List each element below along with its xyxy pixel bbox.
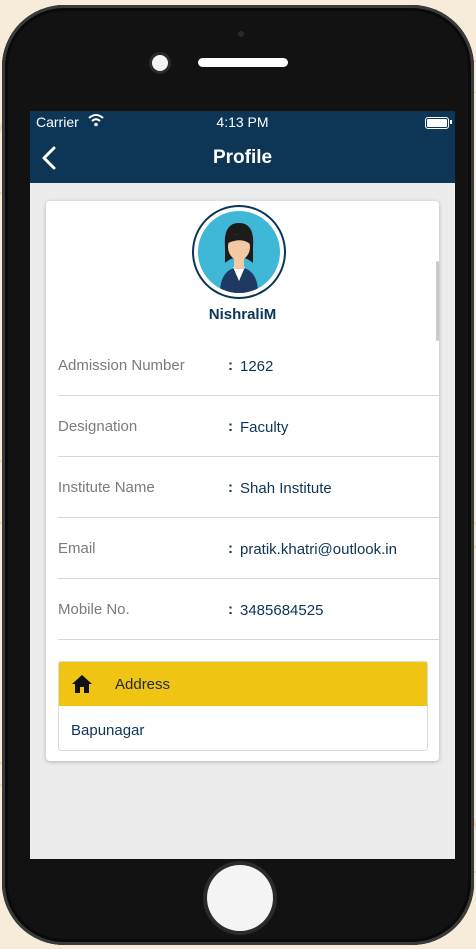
profile-username: NishraliM (208, 306, 277, 323)
battery-icon (425, 117, 449, 129)
row-label: Designation (58, 418, 138, 435)
row-separator: : (228, 540, 233, 557)
row-label: Admission Number (58, 357, 185, 374)
avatar (194, 207, 284, 297)
sensor-dot (238, 31, 244, 37)
front-camera (152, 55, 168, 71)
address-section: Address Bapunagar (58, 661, 428, 751)
row-separator: : (228, 357, 233, 374)
row-value: Shah Institute (240, 480, 332, 497)
app-screen: Carrier 4:13 PM Profile NishraliM Admiss… (30, 111, 455, 859)
info-row-designation: Designation : Faculty (58, 396, 439, 457)
row-label: Email (58, 540, 96, 557)
row-value: Faculty (240, 419, 289, 436)
row-separator: : (228, 418, 233, 435)
earpiece-speaker (198, 58, 288, 67)
status-time: 4:13 PM (216, 114, 269, 130)
battery-tip (450, 120, 452, 124)
info-row-email: Email : pratik.khatri@outlook.in (58, 518, 439, 579)
row-separator: : (228, 479, 233, 496)
profile-card: NishraliM Admission Number : 1262 Design… (46, 201, 439, 761)
phone-frame: Carrier 4:13 PM Profile NishraliM Admiss… (2, 5, 474, 945)
row-value: pratik.khatri@outlook.in (240, 541, 397, 558)
address-title: Address (115, 676, 171, 693)
home-icon (72, 675, 92, 693)
scrollbar[interactable] (436, 261, 439, 341)
address-value: Bapunagar (71, 722, 145, 739)
info-row-mobile: Mobile No. : 3485684525 (58, 579, 439, 640)
row-label: Institute Name (58, 479, 155, 496)
status-bar: Carrier 4:13 PM (30, 111, 455, 133)
address-header: Address (59, 662, 427, 706)
row-value: 3485684525 (240, 602, 324, 619)
row-separator: : (228, 601, 233, 618)
row-label: Mobile No. (58, 601, 130, 618)
home-button[interactable] (207, 865, 273, 931)
user-avatar-icon (198, 211, 280, 293)
page-title: Profile (212, 147, 273, 168)
info-row-admission-number: Admission Number : 1262 (58, 335, 439, 396)
info-row-institute-name: Institute Name : Shah Institute (58, 457, 439, 518)
row-value: 1262 (240, 358, 274, 375)
nav-bar: Profile (30, 133, 455, 183)
